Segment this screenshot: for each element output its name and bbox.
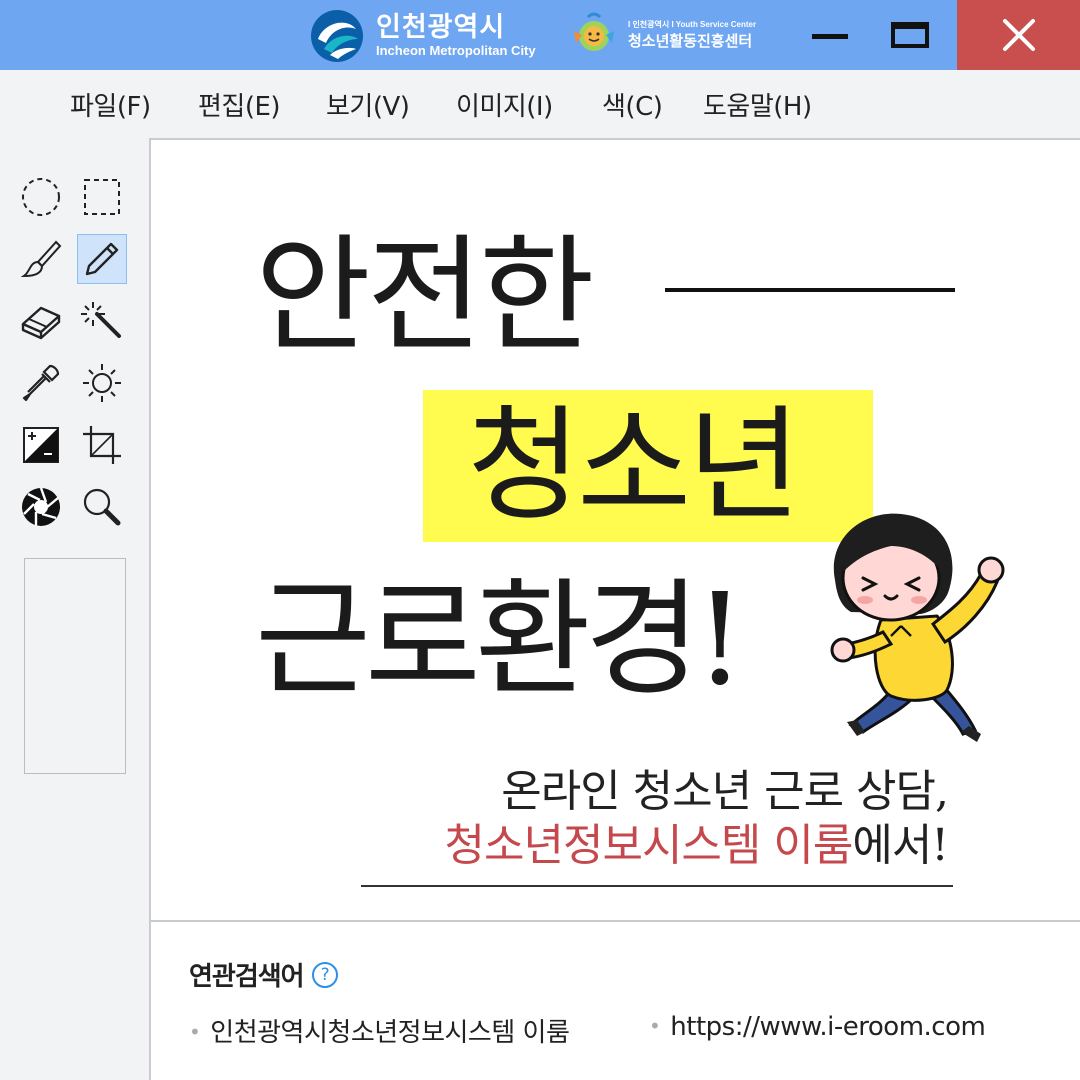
bullet-icon: • bbox=[189, 1020, 201, 1044]
maximize-icon bbox=[891, 22, 929, 48]
headline-line-2: 청소년 bbox=[467, 394, 801, 538]
subtitle-underline bbox=[361, 885, 953, 887]
related-search-title: 연관검색어 ? bbox=[189, 956, 338, 993]
incheon-logo: 인천광역시 Incheon Metropolitan City bbox=[310, 9, 536, 63]
minimize-icon bbox=[812, 33, 848, 39]
headline-rule bbox=[665, 288, 955, 292]
tool-crop[interactable] bbox=[77, 420, 127, 470]
related-search-label: 연관검색어 bbox=[189, 962, 305, 992]
magic-wand-icon bbox=[81, 302, 121, 338]
menu-bar: 파일(F) 편집(E) 보기(V) 이미지(I) 색(C) 도움말(H) bbox=[0, 70, 1080, 138]
incheon-logo-english: Incheon Metropolitan City bbox=[376, 43, 536, 58]
subtitle-line-2: 청소년정보시스템 이룸에서! bbox=[444, 818, 949, 874]
eyedropper-icon bbox=[22, 364, 60, 402]
tool-brightness[interactable] bbox=[77, 358, 127, 408]
subtitle-service-name: 청소년정보시스템 이룸 bbox=[444, 820, 854, 871]
maximize-button[interactable] bbox=[870, 0, 950, 70]
tool-pencil[interactable] bbox=[77, 234, 127, 284]
related-keyword-1[interactable]: • 인천광역시청소년정보시스템 이룸 bbox=[189, 1012, 570, 1049]
magnifier-icon bbox=[83, 488, 121, 526]
section-divider bbox=[151, 920, 1080, 922]
crop-icon bbox=[83, 426, 121, 464]
youth-center-emblem-icon bbox=[574, 12, 614, 51]
tool-contrast[interactable] bbox=[16, 420, 66, 470]
aperture-icon bbox=[22, 487, 60, 526]
title-bar: 인천광역시 Incheon Metropolitan City I 인천광역시 … bbox=[0, 0, 1080, 70]
tool-rect-select[interactable] bbox=[77, 172, 127, 222]
headline-line-1: 안전한 bbox=[255, 222, 595, 369]
tool-magic-wand[interactable] bbox=[77, 296, 127, 346]
close-icon bbox=[1002, 19, 1035, 51]
youth-center-logo-small: I 인천광역시 I Youth Service Center bbox=[628, 20, 757, 29]
cheering-girl-illustration bbox=[830, 513, 1005, 742]
menu-edit[interactable]: 편집(E) bbox=[198, 86, 281, 123]
menu-image[interactable]: 이미지(I) bbox=[456, 86, 553, 123]
related-keyword-1-text: 인천광역시청소년정보시스템 이룸 bbox=[210, 1018, 570, 1048]
eraser-icon bbox=[21, 306, 61, 340]
tool-eyedropper[interactable] bbox=[16, 358, 66, 408]
tool-magnifier[interactable] bbox=[77, 482, 127, 532]
headline-line-3: 근로환경! bbox=[255, 566, 745, 713]
bullet-icon: • bbox=[649, 1014, 661, 1038]
menu-color[interactable]: 색(C) bbox=[602, 86, 663, 123]
rect-select-icon bbox=[84, 179, 120, 215]
related-keyword-2-text: https://www.i-eroom.com bbox=[670, 1012, 986, 1042]
minimize-button[interactable] bbox=[790, 0, 870, 70]
color-palette[interactable] bbox=[24, 558, 126, 774]
image-canvas[interactable]: 안전한 청소년 근로환경! 온라인 청소년 근로 상담, 청소년정보시스템 이룸… bbox=[149, 138, 1080, 1080]
menu-help[interactable]: 도움말(H) bbox=[703, 86, 812, 123]
subtitle-line-1: 온라인 청소년 근로 상담, bbox=[501, 766, 949, 817]
tool-brush[interactable] bbox=[16, 234, 66, 284]
menu-view[interactable]: 보기(V) bbox=[326, 86, 410, 123]
related-keyword-2[interactable]: • https://www.i-eroom.com bbox=[649, 1012, 986, 1042]
incheon-emblem-icon bbox=[311, 10, 363, 62]
youth-center-logo-name: 청소년활동진흥센터 bbox=[628, 32, 753, 50]
incheon-logo-korean: 인천광역시 bbox=[376, 12, 506, 43]
subtitle-suffix: 에서! bbox=[852, 820, 949, 871]
contrast-icon bbox=[23, 427, 59, 463]
brush-icon bbox=[20, 240, 62, 278]
pencil-icon bbox=[85, 242, 119, 276]
menu-file[interactable]: 파일(F) bbox=[70, 86, 151, 123]
ellipse-select-icon bbox=[22, 178, 60, 216]
brightness-icon bbox=[83, 364, 121, 402]
help-icon[interactable]: ? bbox=[311, 961, 338, 988]
youth-center-logo: I 인천광역시 I Youth Service Center 청소년활동진흥센터 bbox=[568, 9, 756, 61]
tool-eraser[interactable] bbox=[16, 296, 66, 346]
close-button[interactable] bbox=[957, 0, 1080, 70]
tool-box bbox=[0, 138, 150, 1080]
tool-aperture[interactable] bbox=[16, 482, 66, 532]
tool-ellipse-select[interactable] bbox=[16, 172, 66, 222]
